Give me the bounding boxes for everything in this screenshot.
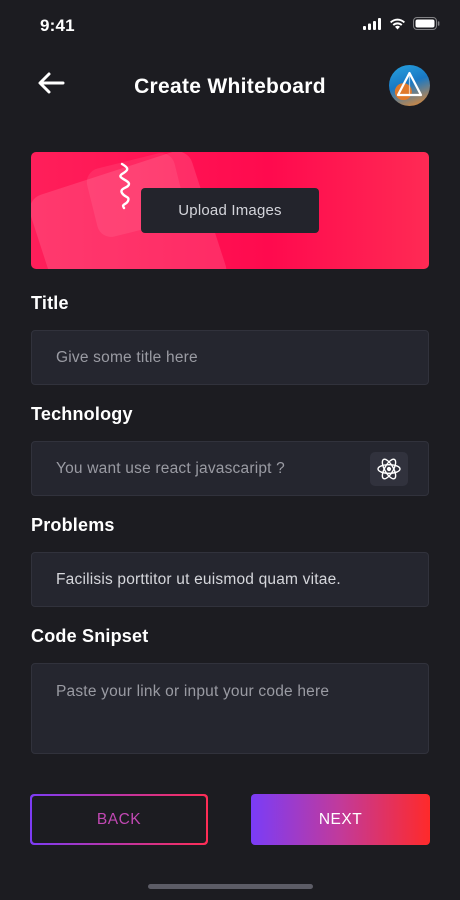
react-technology-button[interactable] (370, 452, 408, 486)
squiggle-icon (119, 162, 131, 210)
title-input-placeholder: Give some title here (56, 349, 198, 366)
status-icons (363, 17, 440, 30)
home-indicator (148, 884, 313, 889)
upload-banner[interactable]: Upload Images (31, 152, 429, 269)
next-button[interactable]: NEXT (251, 794, 430, 845)
back-button[interactable]: BACK (30, 794, 208, 845)
back-button-label: BACK (32, 796, 206, 843)
technology-input-placeholder: You want use react javascaript ? (56, 460, 285, 477)
problems-input[interactable]: Facilisis porttitor ut euismod quam vita… (31, 552, 429, 607)
code-snippet-label: Code Snipset (31, 626, 149, 646)
title-input[interactable]: Give some title here (31, 330, 429, 385)
status-time: 9:41 (40, 16, 75, 35)
problems-input-value: Facilisis porttitor ut euismod quam vita… (56, 571, 341, 588)
battery-icon (413, 17, 440, 30)
upload-images-button[interactable]: Upload Images (141, 188, 319, 233)
signal-icon (363, 17, 381, 30)
header: Create Whiteboard (0, 60, 460, 116)
avatar-logo-icon (396, 71, 423, 97)
react-icon (377, 458, 401, 480)
technology-label: Technology (31, 404, 133, 424)
avatar[interactable] (389, 65, 430, 106)
problems-label: Problems (31, 515, 115, 535)
wifi-icon (390, 18, 405, 29)
status-bar: 9:41 (0, 0, 460, 52)
title-label: Title (31, 293, 69, 313)
code-snippet-textarea[interactable]: Paste your link or input your code here (31, 663, 429, 754)
code-snippet-placeholder: Paste your link or input your code here (56, 683, 330, 700)
technology-input[interactable]: You want use react javascaript ? (31, 441, 429, 496)
